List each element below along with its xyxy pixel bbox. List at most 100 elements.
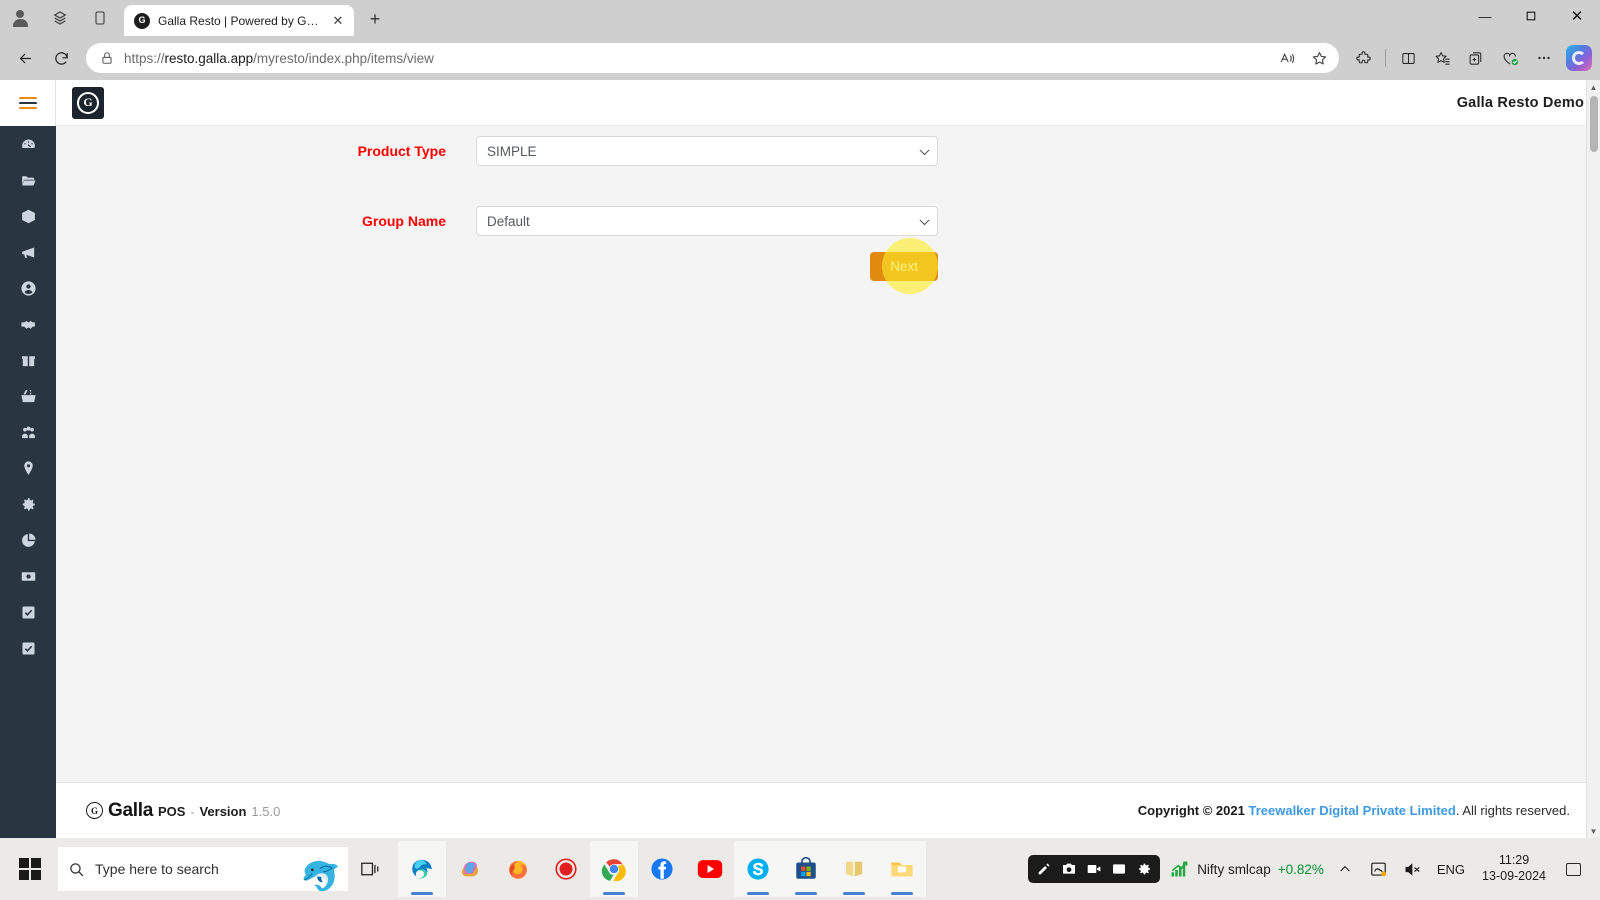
active-indicator xyxy=(411,892,433,895)
window-icon xyxy=(1113,864,1126,874)
menu-icon xyxy=(18,97,37,109)
language-indicator[interactable]: ENG xyxy=(1434,862,1468,877)
sidebar-item-approvals[interactable] xyxy=(0,630,56,666)
cash-icon xyxy=(21,571,35,581)
sidebar-item-offers[interactable] xyxy=(0,342,56,378)
close-tab-icon[interactable]: ✕ xyxy=(328,11,348,31)
sidebar-item-dashboard[interactable] xyxy=(0,126,56,162)
taskbar-app-explorer[interactable] xyxy=(878,841,926,897)
scroll-down-icon[interactable]: ▼ xyxy=(1587,824,1600,838)
users-icon xyxy=(21,426,35,438)
product-type-row: Product Type SIMPLE xyxy=(56,126,1600,166)
extensions-icon[interactable] xyxy=(1347,42,1379,74)
footer-version-label: Version xyxy=(199,803,247,819)
sidebar-item-customers[interactable] xyxy=(0,270,56,306)
gear-icon xyxy=(22,497,35,511)
sidebar-item-tasks[interactable] xyxy=(0,594,56,630)
split-screen-icon[interactable] xyxy=(1392,42,1424,74)
page-scrollbar[interactable]: ▲ ▼ xyxy=(1586,80,1600,838)
taskbar-app-skype[interactable] xyxy=(734,841,782,897)
box-icon xyxy=(21,209,35,223)
footer-copyright: Copyright © 2021 Treewalker Digital Priv… xyxy=(1138,803,1570,818)
favorites-icon[interactable] xyxy=(1426,42,1458,74)
show-hidden-icons-chevron[interactable] xyxy=(1332,856,1358,882)
split-screen-icon[interactable] xyxy=(80,0,120,36)
task-view-icon xyxy=(361,862,379,876)
search-placeholder: Type here to search xyxy=(95,861,219,877)
taskbar-app-recorder[interactable] xyxy=(542,841,590,897)
pen-icon xyxy=(1038,863,1050,875)
sidebar-item-reports[interactable] xyxy=(0,522,56,558)
checkbox-icon xyxy=(21,641,35,655)
sidebar-item-settings[interactable] xyxy=(0,486,56,522)
profile-icon[interactable] xyxy=(0,0,40,36)
user-circle-icon xyxy=(20,280,36,296)
settings-more-icon[interactable] xyxy=(1528,42,1560,74)
favorite-star-icon[interactable] xyxy=(1305,44,1333,72)
browser-tab[interactable]: G Galla Resto | Powered by Galla ✕ xyxy=(124,5,354,36)
volume-mute-icon[interactable] xyxy=(1400,856,1426,882)
address-bar[interactable]: https://resto.galla.app/myresto/index.ph… xyxy=(86,43,1339,73)
new-tab-button[interactable]: + xyxy=(360,4,390,34)
taskbar-app-edge[interactable] xyxy=(398,841,446,897)
stock-ticker[interactable]: Nifty smlcap +0.82% xyxy=(1168,859,1324,879)
close-window-button[interactable]: ✕ xyxy=(1554,0,1600,32)
sidebar-item-locations[interactable] xyxy=(0,450,56,486)
taskbar-app-facebook[interactable] xyxy=(638,841,686,897)
taskbar-search[interactable]: Type here to search 🐬 xyxy=(58,847,348,891)
scroll-up-icon[interactable]: ▲ xyxy=(1587,80,1600,94)
browser-essentials-icon[interactable] xyxy=(1494,42,1526,74)
sidebar-toggle[interactable] xyxy=(0,80,56,126)
read-aloud-icon[interactable] xyxy=(1273,44,1301,72)
copilot-icon[interactable] xyxy=(1566,45,1592,71)
browser-toolbar: https://resto.galla.app/myresto/index.ph… xyxy=(0,36,1600,80)
sidebar-item-staff[interactable] xyxy=(0,414,56,450)
taskbar-app-chrome[interactable] xyxy=(590,841,638,897)
refresh-icon[interactable] xyxy=(44,41,78,75)
copyright-suffix: . All rights reserved. xyxy=(1455,803,1570,818)
footer-logo-icon: G xyxy=(86,802,103,819)
group-name-select[interactable]: Default xyxy=(476,206,938,236)
taskbar-app-notes[interactable] xyxy=(830,841,878,897)
footer-version-number: 1.5.0 xyxy=(251,803,281,819)
maximize-button[interactable] xyxy=(1508,0,1554,32)
company-link[interactable]: Treewalker Digital Private Limited xyxy=(1248,803,1455,818)
collections-add-icon[interactable] xyxy=(1460,42,1492,74)
microsoft-store-icon xyxy=(796,856,816,879)
sidebar-item-partners[interactable] xyxy=(0,306,56,342)
sidebar-item-orders[interactable] xyxy=(0,378,56,414)
sidebar-item-marketing[interactable] xyxy=(0,234,56,270)
collections-icon[interactable] xyxy=(40,0,80,36)
screen-recorder-toolbar[interactable] xyxy=(1028,855,1161,883)
notification-center-button[interactable] xyxy=(1560,856,1586,882)
taskbar-app-store[interactable] xyxy=(782,841,830,897)
lock-icon xyxy=(102,52,112,64)
taskbar-app-youtube[interactable] xyxy=(686,841,734,897)
tab-strip: G Galla Resto | Powered by Galla ✕ + — ✕ xyxy=(0,0,1600,36)
file-explorer-icon xyxy=(891,862,913,877)
brand-logo-icon[interactable]: G xyxy=(72,86,104,119)
submit-row: Next xyxy=(56,236,1600,294)
basket-icon xyxy=(20,389,36,402)
dashboard-icon xyxy=(21,139,35,148)
tab-title: Galla Resto | Powered by Galla xyxy=(158,13,320,28)
sidebar-item-payments[interactable] xyxy=(0,558,56,594)
facebook-icon xyxy=(651,858,673,880)
product-type-value: SIMPLE xyxy=(476,136,938,166)
browser-window: G Galla Resto | Powered by Galla ✕ + — ✕ xyxy=(0,0,1600,838)
clock[interactable]: 11:29 13-09-2024 xyxy=(1476,853,1552,884)
taskbar-app-copilot[interactable] xyxy=(446,841,494,897)
sidebar-item-products[interactable] xyxy=(0,198,56,234)
start-button[interactable] xyxy=(6,845,54,893)
minimize-button[interactable]: — xyxy=(1462,0,1508,32)
onedrive-icon[interactable] xyxy=(1366,856,1392,882)
back-icon[interactable] xyxy=(8,41,42,75)
taskbar-app-firefox[interactable] xyxy=(494,841,542,897)
product-type-select[interactable]: SIMPLE xyxy=(476,136,938,166)
chrome-icon xyxy=(601,859,626,882)
sidebar-item-files[interactable] xyxy=(0,162,56,198)
next-button[interactable]: Next xyxy=(870,252,938,281)
scrollbar-thumb[interactable] xyxy=(1589,96,1598,152)
stock-name: Nifty smlcap xyxy=(1197,861,1271,877)
task-view-button[interactable] xyxy=(348,845,392,893)
